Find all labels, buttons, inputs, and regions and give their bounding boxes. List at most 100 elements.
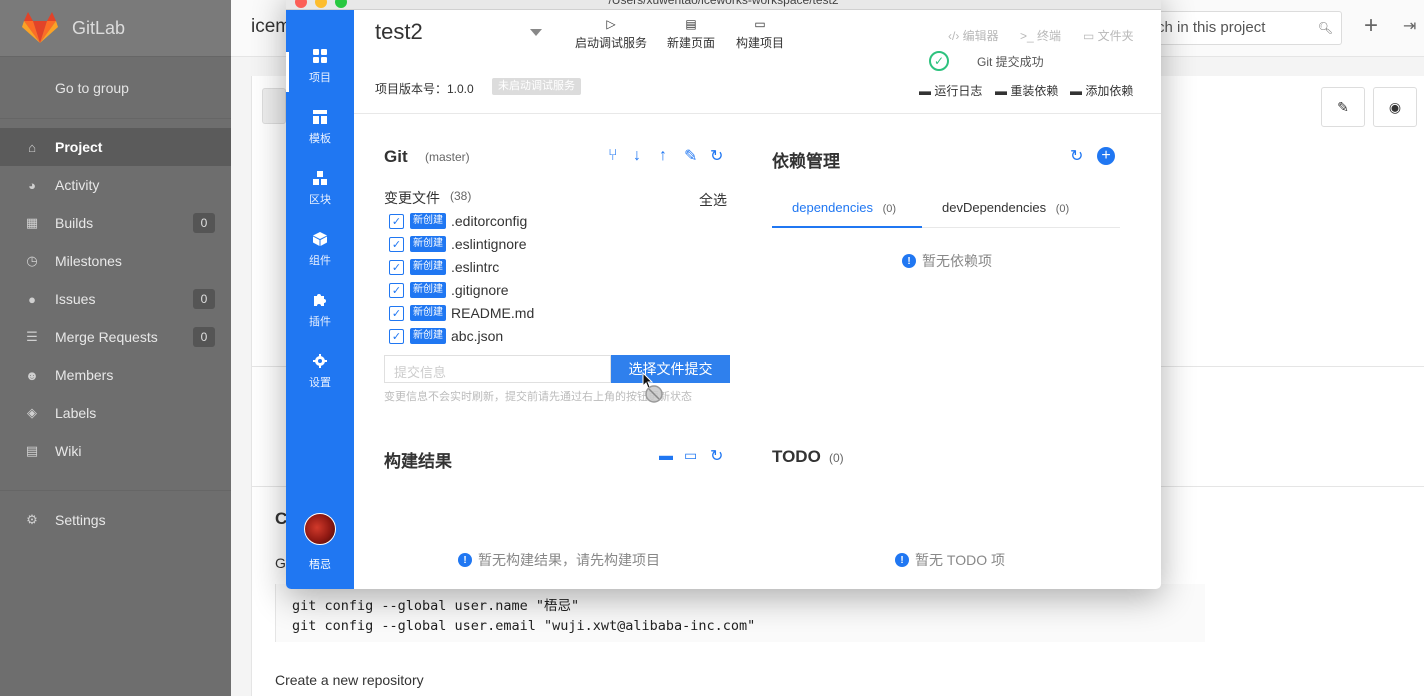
folder-open-icon[interactable]: ▭ (684, 447, 697, 464)
add-dependency-icon[interactable]: + (1097, 147, 1115, 165)
folder-icon: ▭ (1083, 29, 1098, 43)
commit-message-input[interactable]: 提交信息 (384, 355, 611, 383)
checkbox[interactable]: ✓ (389, 213, 404, 229)
push-icon[interactable]: ↑ (659, 147, 667, 165)
select-all-button[interactable]: 全选 (699, 190, 727, 210)
run-log-button[interactable]: ▬ 运行日志 (919, 82, 982, 99)
new-file-tag: 新创建 (410, 236, 446, 252)
checkbox[interactable]: ✓ (389, 282, 404, 298)
sidebar-item-settings[interactable]: 设置 (286, 353, 354, 403)
nav-item-activity[interactable]: ◕ Activity (0, 166, 231, 204)
gitlab-brand-name: GitLab (72, 17, 126, 38)
edit-icon[interactable]: ✎ (684, 146, 697, 166)
refresh-icon[interactable]: ↻ (710, 446, 723, 466)
search-input[interactable]: ch in this project 🔍︎ (1146, 11, 1342, 45)
avatar[interactable] (304, 513, 336, 545)
nav-item-labels[interactable]: ◈ Labels (0, 394, 231, 432)
monitor-icon[interactable]: ▬ (659, 447, 673, 463)
tool-label: 终端 (1037, 29, 1062, 43)
nav-item-project[interactable]: ⌂ Project (0, 128, 231, 166)
start-debug-button[interactable]: ▷ 启动调试服务 (575, 17, 647, 51)
edit-button[interactable]: ✎ (1321, 87, 1365, 127)
nav-item-merge-requests[interactable]: ☰ Merge Requests 0 (0, 318, 231, 356)
file-row[interactable]: ✓ 新创建 .editorconfig (389, 211, 527, 231)
monitor-icon: ▭ (754, 17, 766, 31)
nav-label: Wiki (55, 443, 82, 459)
git-config-code: git config --global user.name "梧忌" git c… (275, 584, 1205, 642)
iceworks-sidebar: 项目 模板 区块 组件 插件 设置 梧忌 (286, 10, 354, 589)
cubes-icon: ▦ (25, 215, 39, 230)
pull-icon[interactable]: ↓ (633, 147, 641, 165)
checkbox[interactable]: ✓ (389, 259, 404, 275)
file-name: .eslintrc (451, 259, 500, 275)
nav-item-members[interactable]: ☻ Members (0, 356, 231, 394)
nav-item-issues[interactable]: ● Issues 0 (0, 280, 231, 318)
count-badge: 0 (193, 327, 215, 347)
project-name: test2 (375, 19, 423, 44)
file-name: .gitignore (451, 282, 509, 298)
sign-out-icon[interactable]: ⇥ (1403, 16, 1416, 36)
count-badge: 0 (193, 213, 215, 233)
lock-icon (262, 88, 286, 124)
file-row[interactable]: ✓ 新创建 abc.json (389, 326, 503, 346)
checkbox[interactable]: ✓ (389, 236, 404, 252)
file-row[interactable]: ✓ 新创建 README.md (389, 303, 534, 323)
deps-title: 依赖管理 (772, 152, 840, 171)
chevron-down-icon[interactable] (530, 29, 542, 36)
refresh-icon[interactable]: ↻ (710, 146, 723, 166)
sidebar-item-components[interactable]: 组件 (286, 231, 354, 281)
tab-dependencies[interactable]: dependencies (0) (792, 200, 896, 215)
nav-item-settings[interactable]: ⚙ Settings (0, 501, 231, 539)
file-row[interactable]: ✓ 新创建 .eslintrc (389, 257, 499, 277)
go-to-group-link[interactable]: Go to group (0, 57, 231, 119)
build-empty-note: ! 暂无构建结果，请先构建项目 (458, 550, 660, 570)
build-project-button[interactable]: ▭ 构建项目 (736, 17, 784, 51)
dashboard-icon: ◕ (28, 177, 36, 193)
plus-icon[interactable]: + (1364, 12, 1378, 40)
refresh-icon[interactable]: ↻ (1070, 146, 1083, 166)
info-icon: ! (458, 553, 472, 567)
nav-item-builds[interactable]: ▦ Builds 0 (0, 204, 231, 242)
nav-item-wiki[interactable]: ▤ Wiki (0, 432, 231, 470)
list-icon: ☰ (26, 329, 38, 344)
gitlab-logo-icon (22, 12, 58, 43)
window-titlebar: /Users/xuwentao/iceworks-workspace/test2 (286, 0, 1161, 10)
commit-button[interactable]: 选择文件提交 (611, 355, 730, 383)
cogs-icon: ⚙ (26, 512, 38, 527)
new-page-button[interactable]: ▤ 新建页面 (667, 17, 715, 51)
sidebar-label: 区块 (309, 194, 331, 206)
file-row[interactable]: ✓ 新创建 .eslintignore (389, 234, 527, 254)
play-icon: ▷ (606, 17, 616, 31)
empty-text: 暂无 TODO 项 (915, 552, 1005, 568)
tags-icon: ◈ (27, 405, 37, 420)
sidebar-item-blocks[interactable]: 区块 (286, 170, 354, 220)
cube-icon (313, 232, 327, 246)
sidebar-item-project[interactable]: 项目 (286, 48, 354, 98)
tab-dev-dependencies[interactable]: devDependencies (0) (942, 200, 1069, 215)
nav-item-milestones[interactable]: ◷ Milestones (0, 242, 231, 280)
file-row[interactable]: ✓ 新创建 .gitignore (389, 280, 509, 300)
reinstall-deps-button[interactable]: ▬ 重装依赖 (995, 82, 1058, 99)
mouse-cursor-icon (642, 372, 663, 403)
new-file-tag: 新创建 (410, 282, 446, 298)
sidebar-item-template[interactable]: 模板 (286, 109, 354, 159)
checkbox[interactable]: ✓ (389, 328, 404, 344)
reload-icon: ▬ (995, 84, 1011, 98)
gear-icon (313, 354, 327, 368)
tool-label: 重装依赖 (1010, 84, 1059, 98)
sidebar-item-plugins[interactable]: 插件 (286, 292, 354, 342)
tool-label: 编辑器 (962, 29, 999, 43)
build-result-title: 构建结果 (384, 452, 452, 471)
gitlab-brand[interactable]: GitLab (0, 0, 231, 57)
rss-button[interactable]: ◉ (1373, 87, 1417, 127)
success-toast: ✓ Git 提交成功 (915, 42, 1115, 80)
git-branch: (master) (425, 150, 470, 164)
template-icon (313, 110, 327, 124)
add-dep-button[interactable]: ▬ 添加依赖 (1070, 82, 1133, 99)
file-add-icon: ▤ (685, 17, 697, 31)
checkbox[interactable]: ✓ (389, 305, 404, 321)
branch-icon[interactable]: ⑂ (608, 147, 618, 165)
sidebar-label: 模板 (309, 133, 331, 145)
active-tab-indicator (772, 226, 922, 228)
code-line: git config --global user.name "梧忌" (292, 598, 580, 614)
